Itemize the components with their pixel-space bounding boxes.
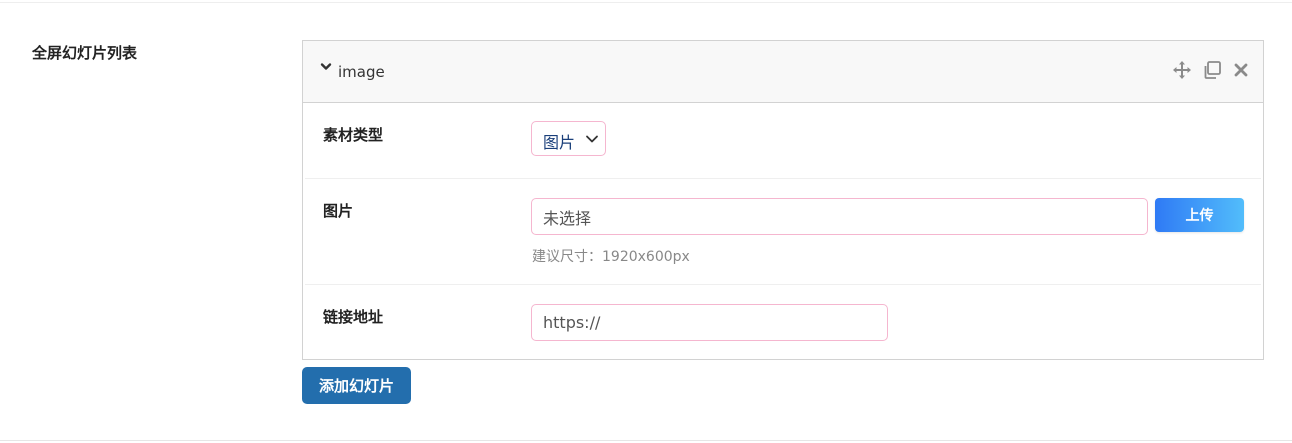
material-type-row: 素材类型 图片 xyxy=(305,103,1261,178)
upload-button[interactable]: 上传 xyxy=(1155,198,1244,232)
image-label: 图片 xyxy=(323,202,354,220)
panel-title: image xyxy=(338,63,385,81)
image-row: 图片 上传 建议尺寸：1920x600px xyxy=(305,178,1261,284)
chevron-down-icon xyxy=(586,135,598,143)
panel-header: image xyxy=(303,41,1263,103)
top-divider xyxy=(0,2,1292,3)
link-url-input[interactable] xyxy=(531,304,888,341)
image-path-input[interactable] xyxy=(531,198,1148,235)
link-row: 链接地址 xyxy=(305,284,1261,359)
material-type-select[interactable]: 图片 xyxy=(531,121,606,156)
move-icon[interactable] xyxy=(1172,60,1192,80)
image-size-hint: 建议尺寸：1920x600px xyxy=(532,249,690,265)
chevron-down-icon[interactable] xyxy=(320,61,332,73)
material-type-label: 素材类型 xyxy=(323,126,384,144)
bottom-divider xyxy=(0,440,1292,441)
copy-icon[interactable] xyxy=(1202,60,1222,80)
slide-panel: image 素材类型 图片 图片 上传 建议尺寸：1920x600px 链接地址 xyxy=(302,40,1264,360)
close-icon[interactable] xyxy=(1231,60,1251,80)
material-type-value: 图片 xyxy=(543,133,576,152)
link-label: 链接地址 xyxy=(323,308,384,326)
add-slide-button[interactable]: 添加幻灯片 xyxy=(302,367,411,404)
section-label: 全屏幻灯片列表 xyxy=(32,44,138,62)
